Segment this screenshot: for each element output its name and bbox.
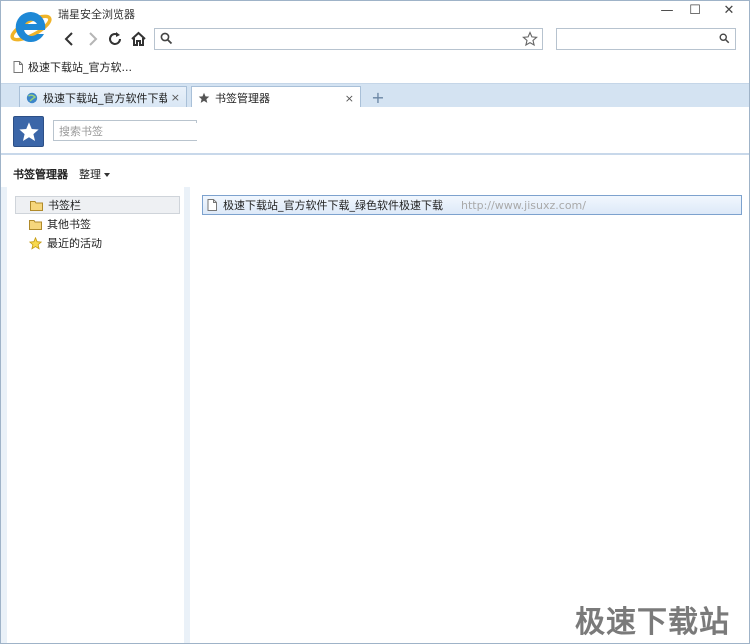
- search-icon[interactable]: [719, 33, 730, 44]
- tree-item-label: 书签栏: [48, 199, 81, 212]
- address-bar[interactable]: [154, 28, 543, 50]
- bookmark-manager-title: 书签管理器: [13, 168, 68, 181]
- close-button[interactable]: ✕: [709, 1, 749, 19]
- bookmark-manager-toolbar: 书签管理器 整理: [1, 155, 749, 187]
- star-icon: [29, 236, 42, 250]
- folder-icon: [30, 200, 43, 211]
- page-icon: [207, 199, 217, 211]
- refresh-icon: [109, 32, 121, 45]
- home-icon: [130, 31, 146, 46]
- maximize-button[interactable]: ☐: [681, 1, 709, 19]
- star-outline-icon[interactable]: [522, 31, 538, 47]
- bookmarks-bar-item-label: 极速下载站_官方软...: [28, 61, 132, 74]
- globe-icon: [26, 92, 38, 103]
- bookmarks-bar-item[interactable]: 极速下载站_官方软...: [13, 59, 132, 75]
- tab-close-button[interactable]: ×: [345, 92, 354, 105]
- organize-menu-label: 整理: [79, 168, 101, 181]
- tree-item-other-bookmarks[interactable]: 其他书签: [15, 215, 180, 233]
- tree-item-label: 最近的活动: [47, 237, 102, 250]
- app-title: 瑞星安全浏览器: [58, 8, 135, 21]
- window-controls: — ☐ ✕: [653, 1, 749, 19]
- organize-menu-button[interactable]: 整理: [79, 166, 110, 182]
- star-icon: [18, 121, 39, 141]
- chevron-right-icon: [89, 32, 98, 46]
- search-icon: [160, 32, 173, 45]
- tab-jisuxz[interactable]: 极速下载站_官方软件下载 ×: [19, 86, 187, 108]
- bookmark-list: 极速下载站_官方软件下载_绿色软件极速下载 http://www.jisuxz.…: [190, 187, 749, 643]
- bookmark-manager-logo: [13, 116, 44, 147]
- web-search-box[interactable]: [556, 28, 736, 50]
- tab-strip: 极速下载站_官方软件下载 × 书签管理器 × +: [1, 83, 749, 109]
- address-input[interactable]: [177, 31, 521, 49]
- bookmark-entry-title: 极速下载站_官方软件下载_绿色软件极速下载: [223, 199, 443, 212]
- minimize-button[interactable]: —: [653, 1, 681, 19]
- title-bar: 瑞星安全浏览器 — ☐ ✕ 极速下载站_官方软...: [1, 1, 749, 83]
- bookmark-entry[interactable]: 极速下载站_官方软件下载_绿色软件极速下载 http://www.jisuxz.…: [202, 195, 742, 215]
- bookmark-entry-url: http://www.jisuxz.com/: [461, 198, 586, 212]
- tab-label: 极速下载站_官方软件下载: [43, 91, 167, 105]
- bookmark-search-box[interactable]: [53, 120, 197, 141]
- back-button[interactable]: [59, 29, 79, 49]
- bookmark-manager-header: [1, 107, 749, 153]
- browser-window: 瑞星安全浏览器 — ☐ ✕ 极速下载站_官方软... 极速下载站_官方软件下载 …: [0, 0, 750, 644]
- star-icon: [198, 92, 210, 103]
- home-button[interactable]: [128, 29, 148, 49]
- tab-bookmark-manager[interactable]: 书签管理器 ×: [191, 86, 361, 109]
- bookmark-search-input[interactable]: [57, 123, 197, 140]
- bookmark-manager-body: 书签栏 其他书签 最近的活动 极速下载站_官方软件下载_绿色软件极速下载 htt…: [1, 187, 749, 643]
- bookmarks-bar: 极速下载站_官方软...: [1, 56, 749, 78]
- new-tab-button[interactable]: +: [369, 88, 387, 107]
- tab-label: 书签管理器: [215, 92, 270, 105]
- tree-item-recent-activity[interactable]: 最近的活动: [15, 234, 180, 252]
- page-icon: [13, 61, 23, 73]
- tree-item-label: 其他书签: [47, 218, 91, 231]
- refresh-button[interactable]: [105, 29, 125, 49]
- tree-item-bookmarks-bar[interactable]: 书签栏: [15, 196, 180, 214]
- caret-down-icon: [104, 172, 110, 177]
- watermark-text: 极速下载站: [575, 605, 730, 640]
- forward-button[interactable]: [83, 29, 103, 49]
- tab-close-button[interactable]: ×: [171, 91, 180, 104]
- folder-icon: [29, 219, 42, 230]
- folder-tree: 书签栏 其他书签 最近的活动: [7, 187, 184, 643]
- chevron-left-icon: [64, 32, 73, 46]
- browser-logo-icon: [10, 11, 52, 42]
- web-search-input[interactable]: [561, 31, 715, 49]
